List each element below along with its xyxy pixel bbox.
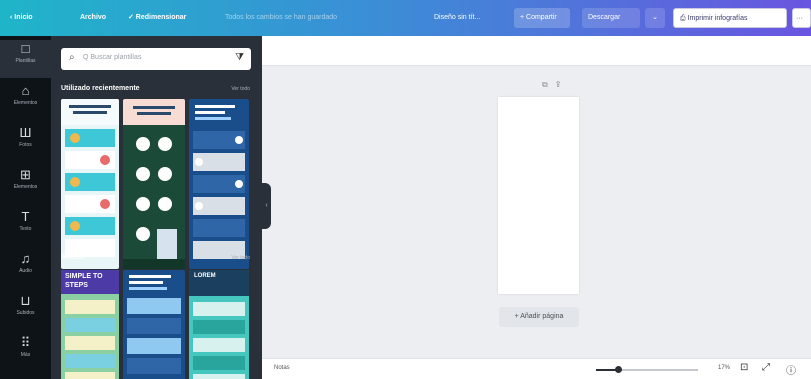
template-thumbnail[interactable]: SIMPLE TO STEPS bbox=[61, 270, 119, 379]
music-icon: ♫ bbox=[20, 251, 31, 266]
grid-icon: ⊞ bbox=[20, 167, 31, 182]
template-preview bbox=[127, 275, 181, 374]
side-rail: □ Plantillas ⌂ Elementos Ш Fotos ⊞ Eleme… bbox=[0, 36, 51, 379]
section-recent-title: Utilizado recientemente bbox=[61, 85, 140, 92]
print-icon: ⎙ bbox=[680, 15, 686, 22]
rail-label: Texto bbox=[19, 226, 32, 232]
upload-icon: ⊔ bbox=[20, 293, 31, 308]
thumb-title: LOREM bbox=[194, 273, 216, 279]
photo-icon: Ш bbox=[19, 125, 32, 140]
dots-grid-icon: ⠿ bbox=[20, 335, 31, 350]
download-button[interactable]: Descargar bbox=[582, 8, 640, 28]
resize-button[interactable]: ✓ Redimensionar bbox=[128, 11, 216, 25]
fullscreen-icon[interactable]: ⤢ bbox=[762, 362, 770, 373]
print-button[interactable]: ⎙ Imprimir infografías bbox=[673, 8, 787, 28]
rail-label: Subidos bbox=[16, 310, 35, 316]
template-preview bbox=[65, 300, 115, 379]
template-preview bbox=[61, 99, 119, 257]
panel-collapse-handle[interactable]: ‹ bbox=[262, 183, 271, 229]
template-preview bbox=[193, 105, 245, 259]
rail-item-text[interactable]: T Texto bbox=[0, 208, 51, 246]
rail-item-photos[interactable]: Ш Fotos bbox=[0, 124, 51, 162]
template-search[interactable]: ⌕ Q Buscar plantillas ⧩ bbox=[61, 48, 251, 70]
rail-item-elements[interactable]: ⌂ Elementos bbox=[0, 82, 51, 120]
chevron-down-icon: ⌄ bbox=[652, 14, 658, 21]
text-icon: T bbox=[21, 209, 30, 224]
top-bar: ‹ Inicio Archivo ✓ Redimensionar Todos l… bbox=[0, 0, 811, 36]
file-menu[interactable]: Archivo bbox=[80, 11, 122, 25]
design-name[interactable]: Diseño sin tít... bbox=[434, 11, 496, 25]
rail-label: Elementos bbox=[13, 184, 38, 190]
templates-panel: ⌕ Q Buscar plantillas ⧩ Utilizado recien… bbox=[51, 36, 262, 379]
rail-label: Elementos bbox=[13, 100, 38, 106]
template-thumbnail[interactable] bbox=[123, 270, 185, 379]
thumb-subtitle: STEPS bbox=[65, 282, 88, 289]
zoom-level[interactable]: 17% bbox=[718, 365, 730, 371]
notes-button[interactable]: Notas bbox=[274, 365, 290, 371]
template-preview bbox=[193, 302, 245, 379]
print-label: Imprimir infografías bbox=[687, 15, 748, 22]
share-button[interactable]: + Compartir bbox=[514, 8, 570, 28]
template-thumbnail[interactable] bbox=[123, 99, 185, 269]
rail-item-uploads[interactable]: ⊔ Subidos bbox=[0, 292, 51, 330]
canvas-toolbar bbox=[262, 36, 811, 66]
rail-label: Fotos bbox=[19, 142, 32, 148]
shapes-icon: ⌂ bbox=[21, 83, 30, 98]
template-thumbnail[interactable] bbox=[189, 99, 249, 269]
search-input[interactable]: Q Buscar plantillas bbox=[83, 54, 141, 61]
template-thumbnail[interactable]: LOREM bbox=[189, 270, 249, 379]
template-preview bbox=[123, 99, 185, 269]
rail-label: Plantillas bbox=[15, 58, 36, 64]
search-icon: ⌕ bbox=[69, 52, 75, 63]
section-recent-see-all[interactable]: Ver todo bbox=[231, 86, 250, 92]
thumb-title: SIMPLE TO bbox=[65, 273, 103, 280]
section-recent2-see-all[interactable]: Ver todo bbox=[231, 255, 250, 261]
save-status: Todos los cambios se han guardado bbox=[225, 14, 338, 21]
download-dropdown[interactable]: ⌄ bbox=[645, 8, 665, 28]
rail-item-templates[interactable]: □ Plantillas bbox=[0, 40, 51, 78]
page-view-icon[interactable]: ⊡ bbox=[740, 362, 748, 373]
rail-label: Más bbox=[20, 352, 31, 358]
home-button[interactable]: ‹ Inicio bbox=[10, 11, 50, 25]
rail-label: Audio bbox=[19, 268, 32, 274]
section-recent2-title: Recent bbox=[61, 254, 85, 261]
chevron-left-icon: ‹ bbox=[265, 202, 268, 209]
zoom-slider[interactable] bbox=[596, 366, 698, 373]
bottom-bar: Notas 17% ⊡ ⤢ ⓘ bbox=[262, 358, 811, 379]
design-page[interactable] bbox=[498, 97, 579, 294]
template-icon: □ bbox=[21, 41, 30, 56]
help-icon[interactable]: ⓘ bbox=[786, 362, 796, 377]
zoom-slider-knob[interactable] bbox=[615, 366, 623, 373]
more-button[interactable]: ··· bbox=[792, 8, 811, 28]
rail-item-elements-2[interactable]: ⊞ Elementos bbox=[0, 166, 51, 204]
template-thumbnail[interactable] bbox=[61, 99, 119, 269]
add-page-button[interactable]: + Añadir página bbox=[499, 307, 579, 327]
rail-item-more[interactable]: ⠿ Más bbox=[0, 334, 51, 372]
page-tools[interactable]: ⧉ ⇪ bbox=[542, 80, 563, 90]
rail-item-audio[interactable]: ♫ Audio bbox=[0, 250, 51, 288]
filter-icon[interactable]: ⧩ bbox=[235, 52, 244, 63]
